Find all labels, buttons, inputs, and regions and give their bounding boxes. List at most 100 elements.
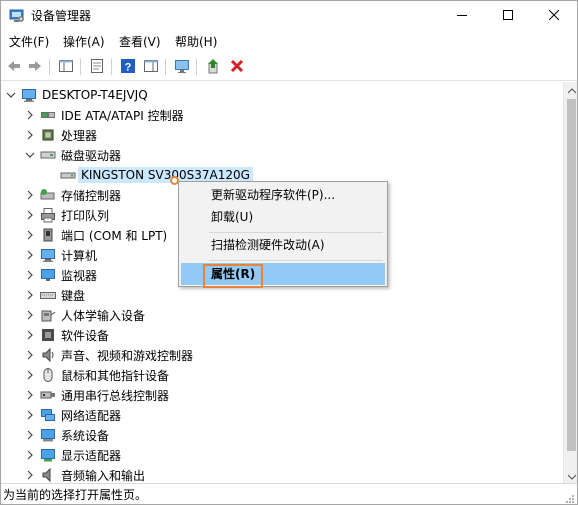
properties-icon: [89, 58, 105, 77]
tree-item-label: 处理器: [61, 128, 98, 143]
toolbar-separator: [196, 59, 197, 75]
collapse-chevron-icon[interactable]: [24, 145, 36, 165]
help-button[interactable]: ?: [119, 58, 137, 76]
expand-chevron-icon[interactable]: [24, 185, 36, 205]
resize-grip-icon[interactable]: [565, 493, 575, 503]
tree-category-audio-io[interactable]: 音频输入和输出: [24, 465, 145, 483]
status-text: 为当前的选择打开属性页。: [3, 488, 148, 502]
expand-chevron-icon[interactable]: [24, 465, 36, 483]
tree-category-software-devices[interactable]: 软件设备: [24, 325, 109, 345]
expand-chevron-icon[interactable]: [24, 365, 36, 385]
maximize-button[interactable]: [485, 1, 531, 31]
tree-item-label: 键盘: [61, 288, 86, 303]
tree-category-monitors[interactable]: 监视器: [24, 265, 97, 285]
tree-item-label: 声音、视频和游戏控制器: [61, 348, 194, 363]
network-adapter-icon: [40, 407, 56, 423]
scroll-thumb[interactable]: [567, 99, 576, 451]
tree-category-network-adapters[interactable]: 网络适配器: [24, 405, 121, 425]
uninstall-button[interactable]: [228, 58, 246, 76]
tree-category-disk-drives[interactable]: 磁盘驱动器: [24, 145, 121, 165]
tree-category-keyboards[interactable]: 键盘: [24, 285, 85, 305]
tree-item-label: 软件设备: [61, 328, 110, 343]
tree-category-sound[interactable]: 声音、视频和游戏控制器: [24, 345, 193, 365]
tree-item-label: 计算机: [61, 248, 98, 263]
tree-item-label: 显示适配器: [61, 448, 122, 463]
menu-item-properties[interactable]: 属性(R): [181, 263, 385, 288]
show-hide-tree-button[interactable]: [57, 58, 75, 76]
sound-icon: [40, 347, 56, 363]
expand-chevron-icon[interactable]: [24, 385, 36, 405]
scan-hardware-icon: [174, 58, 190, 77]
tree-category-ide[interactable]: IDE ATA/ATAPI 控制器: [24, 105, 184, 125]
tree-category-computer[interactable]: 计算机: [24, 245, 97, 265]
close-button[interactable]: [531, 1, 577, 31]
tree-category-processor[interactable]: 处理器: [24, 125, 97, 145]
update-driver-button[interactable]: [205, 58, 223, 76]
expand-chevron-icon[interactable]: [24, 405, 36, 425]
tree-category-mice[interactable]: 鼠标和其他指针设备: [24, 365, 169, 385]
menu-action[interactable]: 操作(A): [63, 34, 105, 50]
expand-chevron-icon[interactable]: [24, 245, 36, 265]
toolbar-separator: [165, 59, 166, 75]
expand-chevron-icon[interactable]: [24, 225, 36, 245]
expand-chevron-icon[interactable]: [24, 285, 36, 305]
device-manager-window: 设备管理器 文件(F) 操作(A) 查看(V) 帮助(H) ? DESKTOP-…: [0, 0, 578, 505]
expand-chevron-icon[interactable]: [24, 305, 36, 325]
tree-item-label: 网络适配器: [61, 408, 122, 423]
toolbar-separator: [49, 59, 50, 75]
tree-item-label: 端口 (COM 和 LPT): [61, 228, 168, 243]
tree-category-usb[interactable]: 通用串行总线控制器: [24, 385, 169, 405]
mouse-icon: [40, 367, 56, 383]
help-icon: ?: [120, 58, 136, 77]
expand-chevron-icon[interactable]: [24, 325, 36, 345]
expand-chevron-icon[interactable]: [24, 205, 36, 225]
keyboard-icon: [40, 287, 56, 303]
expand-chevron-icon[interactable]: [24, 425, 36, 445]
properties-button[interactable]: [88, 58, 106, 76]
menu-file[interactable]: 文件(F): [9, 34, 49, 50]
uninstall-icon: [229, 58, 245, 77]
close-icon: [548, 9, 560, 23]
tree-root[interactable]: DESKTOP-T4EJVJQ: [5, 85, 148, 105]
expand-chevron-icon[interactable]: [24, 445, 36, 465]
tree-category-ports[interactable]: 端口 (COM 和 LPT): [24, 225, 167, 245]
scroll-down-button[interactable]: [564, 468, 577, 483]
tree-category-system-devices[interactable]: 系统设备: [24, 425, 109, 445]
scroll-up-button[interactable]: [564, 82, 577, 97]
tree-category-display-adapters[interactable]: 显示适配器: [24, 445, 121, 465]
toolbar-separator: [111, 59, 112, 75]
tree-category-hid[interactable]: 人体学输入设备: [24, 305, 145, 325]
scroll-down-arrow-icon: [567, 469, 576, 483]
menu-help[interactable]: 帮助(H): [175, 34, 217, 50]
forward-button[interactable]: [26, 58, 44, 76]
expand-chevron-icon[interactable]: [24, 265, 36, 285]
expand-chevron-icon[interactable]: [24, 125, 36, 145]
expand-chevron-icon[interactable]: [24, 345, 36, 365]
minimize-button[interactable]: [439, 1, 485, 31]
scroll-up-arrow-icon: [567, 83, 576, 97]
menu-item-scan-hardware[interactable]: 扫描检测硬件改动(A): [181, 234, 385, 256]
tree-item-label: IDE ATA/ATAPI 控制器: [61, 108, 184, 123]
computer-icon: [40, 247, 56, 263]
software-device-icon: [40, 327, 56, 343]
printer-icon: [40, 207, 56, 223]
collapse-chevron-icon[interactable]: [5, 85, 17, 105]
menu-item-uninstall[interactable]: 卸载(U): [181, 206, 385, 228]
action-pane-button[interactable]: [142, 58, 160, 76]
update-driver-icon: [206, 58, 222, 77]
menu-view[interactable]: 查看(V): [119, 34, 161, 50]
tree-item-label: 磁盘驱动器: [61, 148, 122, 163]
audio-io-icon: [40, 467, 56, 483]
back-button[interactable]: [5, 58, 23, 76]
vertical-scrollbar[interactable]: [563, 82, 577, 483]
expand-chevron-icon[interactable]: [24, 105, 36, 125]
scan-hardware-button[interactable]: [173, 58, 191, 76]
disk-drive-icon: [40, 147, 56, 163]
menu-item-update-driver[interactable]: 更新驱动程序软件(P)...: [181, 184, 385, 206]
status-bar: 为当前的选择打开属性页。: [1, 483, 577, 504]
toolbar-separator: [80, 59, 81, 75]
tree-category-storage-controllers[interactable]: 存储控制器: [24, 185, 121, 205]
tree-category-print-queues[interactable]: 打印队列: [24, 205, 109, 225]
menu-separator: [209, 260, 383, 261]
tree-item-label: 存储控制器: [61, 188, 122, 203]
